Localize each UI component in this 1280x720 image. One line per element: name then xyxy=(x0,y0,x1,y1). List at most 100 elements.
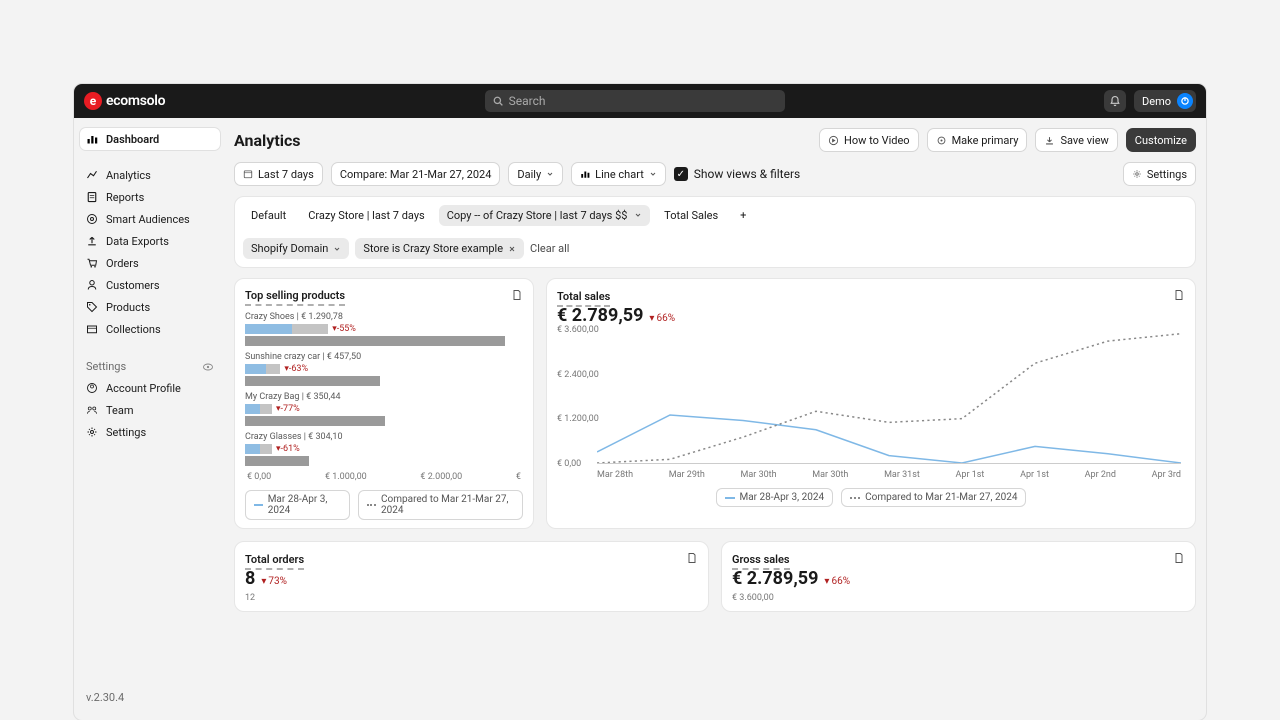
bar-row: Crazy Shoes | € 1.290,78▾-55% xyxy=(245,312,523,346)
sidebar-item-account-profile[interactable]: Account Profile xyxy=(80,377,220,399)
sidebar-item-products[interactable]: Products xyxy=(80,296,220,318)
export-icon[interactable] xyxy=(1173,289,1185,301)
show-views-toggle[interactable]: ✓ Show views & filters xyxy=(674,167,800,181)
compare-picker[interactable]: Compare: Mar 21-Mar 27, 2024 xyxy=(331,162,501,186)
user-menu[interactable]: Demo xyxy=(1134,90,1196,112)
team-icon xyxy=(86,404,98,416)
target-icon xyxy=(86,213,98,225)
filter-store[interactable]: Store is Crazy Store example xyxy=(355,238,524,259)
customize-button[interactable]: Customize xyxy=(1126,128,1196,152)
total-orders-value: 8 xyxy=(245,568,255,589)
close-icon[interactable] xyxy=(508,245,516,253)
gross-sales-delta: ▾66% xyxy=(824,576,850,587)
sidebar-item-smart-audiences[interactable]: Smart Audiences xyxy=(80,208,220,230)
sidebar-item-orders[interactable]: Orders xyxy=(80,252,220,274)
x-tick: € 2.000,00 xyxy=(420,472,462,482)
play-circle-icon xyxy=(828,135,839,146)
box-icon xyxy=(86,323,98,335)
y-tick: € 1.200,00 xyxy=(557,414,599,424)
settings-section-header: Settings xyxy=(80,354,220,377)
app-window: e ecomsolo Search Demo xyxy=(74,84,1206,720)
x-tick: Apr 2nd xyxy=(1085,470,1116,480)
y-tick: € 2.400,00 xyxy=(557,370,599,380)
howto-video-button[interactable]: How to Video xyxy=(819,128,919,152)
sidebar-item-collections[interactable]: Collections xyxy=(80,318,220,340)
chevron-down-icon xyxy=(634,211,642,219)
download-icon xyxy=(1044,135,1055,146)
x-tick: Apr 1st xyxy=(956,470,985,480)
widget-title: Top selling products xyxy=(245,289,345,306)
upload-icon xyxy=(86,235,98,247)
chevron-down-icon xyxy=(649,170,657,178)
chevron-down-icon xyxy=(333,245,341,253)
doc-icon xyxy=(86,191,98,203)
x-tick: Mar 31st xyxy=(884,470,920,480)
sidebar-item-label: Dashboard xyxy=(106,133,159,146)
settings-button[interactable]: Settings xyxy=(1123,162,1196,186)
legend-current: Mar 28-Apr 3, 2024 xyxy=(245,490,350,520)
notifications-button[interactable] xyxy=(1104,90,1126,112)
bar-label: Sunshine crazy car | € 457,50 xyxy=(245,352,523,362)
view-tab[interactable]: Total Sales xyxy=(656,205,726,226)
sidebar-item-team[interactable]: Team xyxy=(80,399,220,421)
bar-row: My Crazy Bag | € 350,44▾-77% xyxy=(245,392,523,426)
bar-delta: ▾-63% xyxy=(284,364,308,374)
sidebar-item-label: Customers xyxy=(106,279,160,292)
sidebar-item-settings[interactable]: Settings xyxy=(80,421,220,443)
save-view-button[interactable]: Save view xyxy=(1035,128,1117,152)
y-tick: 12 xyxy=(245,593,698,603)
add-view-button[interactable]: + xyxy=(732,205,754,226)
sidebar-item-label: Data Exports xyxy=(106,235,169,248)
date-range-picker[interactable]: Last 7 days xyxy=(234,162,323,186)
make-primary-button[interactable]: Make primary xyxy=(927,128,1028,152)
chart-icon xyxy=(86,169,98,181)
x-tick: Apr 1st xyxy=(1020,470,1049,480)
eye-icon[interactable] xyxy=(202,361,214,373)
legend-compare: Compared to Mar 21-Mar 27, 2024 xyxy=(841,488,1026,507)
filter-domain[interactable]: Shopify Domain xyxy=(243,238,349,259)
granularity-select[interactable]: Daily xyxy=(508,162,563,186)
bar-compare xyxy=(245,416,385,426)
sidebar-item-data-exports[interactable]: Data Exports xyxy=(80,230,220,252)
search-input[interactable]: Search xyxy=(485,90,785,112)
chart-series xyxy=(597,334,1181,463)
y-tick: € 3.600,00 xyxy=(732,593,1185,603)
legend-compare: Compared to Mar 21-Mar 27, 2024 xyxy=(358,490,523,520)
widget-top-selling: Top selling products Crazy Shoes | € 1.2… xyxy=(234,278,534,529)
calendar-icon xyxy=(243,169,253,179)
user-circle-icon xyxy=(86,382,98,394)
gross-sales-value: € 2.789,59 xyxy=(732,568,818,589)
views-card: Default Crazy Store | last 7 days Copy -… xyxy=(234,196,1196,268)
bar-row: Crazy Glasses | € 304,10 ▾-61% xyxy=(245,432,523,466)
sidebar-item-reports[interactable]: Reports xyxy=(80,186,220,208)
brand-logo: e ecomsolo xyxy=(84,92,165,110)
bell-icon xyxy=(1109,95,1121,107)
x-tick: Mar 30th xyxy=(741,470,777,480)
export-icon[interactable] xyxy=(1173,552,1185,564)
bar-delta: ▾-61% xyxy=(276,444,300,454)
view-tab[interactable]: Copy -- of Crazy Store | last 7 days $$ xyxy=(439,205,650,226)
search-placeholder: Search xyxy=(509,94,546,108)
bar-row: Sunshine crazy car | € 457,50 ▾-63% xyxy=(245,352,523,386)
view-tab[interactable]: Crazy Store | last 7 days xyxy=(300,205,433,226)
x-tick: € xyxy=(516,472,521,482)
bar-label: Crazy Glasses | € 304,10 xyxy=(245,432,523,442)
cart-icon xyxy=(86,257,98,269)
main-content: Analytics How to Video Make primary S xyxy=(226,118,1206,720)
bar-compare xyxy=(245,376,380,386)
clear-filters-link[interactable]: Clear all xyxy=(530,242,569,255)
widget-total-sales: Total sales € 2.789,59 ▾66% € 3.600,00€ … xyxy=(546,278,1196,529)
chart-type-select[interactable]: Line chart xyxy=(571,162,666,186)
x-tick: Mar 30th xyxy=(812,470,848,480)
sidebar-item-dashboard[interactable]: Dashboard xyxy=(80,128,220,150)
export-icon[interactable] xyxy=(686,552,698,564)
export-icon[interactable] xyxy=(511,289,523,301)
sidebar-item-label: Settings xyxy=(106,426,146,439)
gear-icon xyxy=(86,426,98,438)
bar-label: Crazy Shoes | € 1.290,78 xyxy=(245,312,523,322)
sidebar-item-analytics[interactable]: Analytics xyxy=(80,164,220,186)
sidebar-item-customers[interactable]: Customers xyxy=(80,274,220,296)
y-tick: € 0,00 xyxy=(557,459,581,469)
view-tab[interactable]: Default xyxy=(243,205,294,226)
bars-icon xyxy=(86,133,98,145)
